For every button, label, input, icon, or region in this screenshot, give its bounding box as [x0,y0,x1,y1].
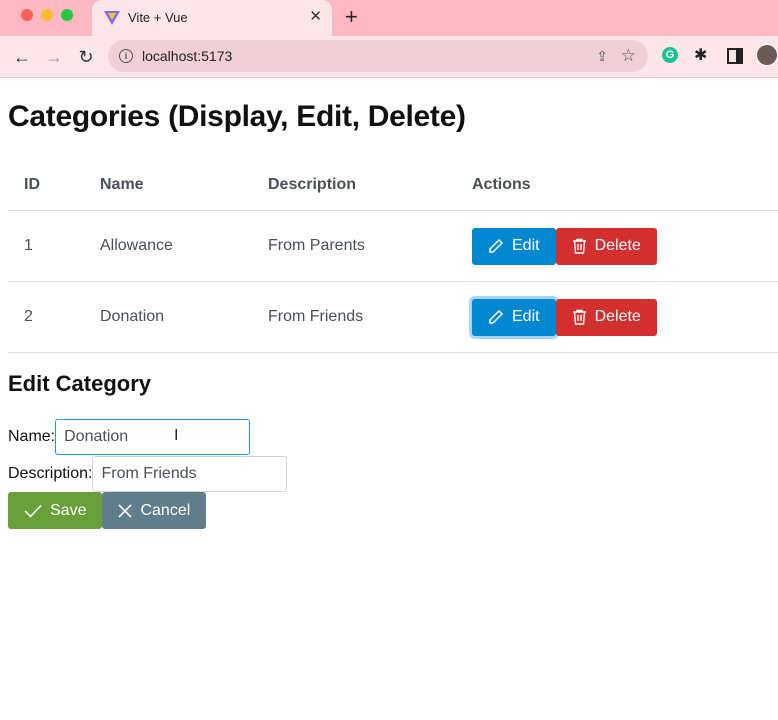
save-button[interactable]: Save [8,492,103,529]
row-name: Donation [100,308,165,325]
check-icon [24,504,42,518]
edit-form-heading: Edit Category [8,371,152,396]
trash-icon [572,238,586,254]
bookmark-star-icon[interactable]: ☆ [621,46,636,66]
row-actions: Edit Delete [472,211,657,281]
reload-icon[interactable]: ↻ [74,45,98,69]
address-bar[interactable]: i localhost:5173 ⇪ ☆ [108,40,648,72]
trash-icon [572,309,586,325]
tab-title: Vite + Vue [128,10,188,25]
row-description: From Parents [268,237,365,254]
delete-button[interactable]: Delete [555,298,657,336]
row-id: 2 [24,308,33,325]
column-header-actions: Actions [472,176,531,193]
cancel-button[interactable]: Cancel [102,492,207,529]
form-buttons: Save Cancel [8,492,207,529]
edit-button-label: Edit [512,308,540,325]
edit-button[interactable]: Edit [472,227,556,265]
name-label: Name: [8,428,56,445]
site-info-icon[interactable]: i [119,49,133,63]
table-header-row: ID Name Description Actions [8,160,778,211]
cancel-button-label: Cancel [140,501,191,519]
new-tab-icon[interactable]: + [345,5,358,29]
page-content: Categories (Display, Edit, Delete) ID Na… [0,78,778,720]
maximize-window-button[interactable] [61,9,73,21]
back-icon[interactable]: ← [10,45,34,69]
browser-tab[interactable]: Vite + Vue ✕ [92,0,332,36]
vite-logo-icon [104,11,120,25]
grammarly-extension-icon[interactable]: G [662,47,678,63]
share-icon[interactable]: ⇪ [596,48,608,65]
row-name: Allowance [100,237,173,254]
browser-toolbar: ← → ↻ i localhost:5173 ⇪ ☆ G ✱ [0,36,778,78]
column-header-description: Description [268,176,357,193]
profile-avatar[interactable] [756,44,778,66]
close-window-button[interactable] [21,9,33,21]
description-input[interactable] [92,456,288,492]
edit-button[interactable]: Edit [472,298,556,336]
text-cursor-icon: Ι [174,427,179,444]
edit-button-label: Edit [512,237,540,254]
url-text: localhost:5173 [142,48,233,64]
row-id: 1 [24,237,33,254]
table-row: 1 Allowance From Parents Edit Delete [8,211,778,282]
description-label: Description: [8,465,93,482]
delete-button-label: Delete [594,237,641,254]
row-description: From Friends [268,308,364,325]
column-header-name: Name [100,176,144,193]
extensions-puzzle-icon[interactable]: ✱ [694,45,707,65]
column-header-id: ID [24,176,40,193]
delete-button[interactable]: Delete [555,227,657,265]
pencil-icon [489,310,503,324]
row-actions: Edit Delete [472,282,657,352]
delete-button-label: Delete [594,308,641,325]
minimize-window-button[interactable] [41,9,53,21]
description-field-row: Description: [8,456,288,492]
name-input[interactable] [55,419,251,455]
name-field-row: Name: [8,419,251,455]
pencil-icon [489,239,503,253]
save-button-label: Save [50,501,87,519]
side-panel-icon[interactable] [727,48,743,64]
forward-icon[interactable]: → [42,45,66,69]
close-icon [118,503,133,518]
table-row: 2 Donation From Friends Edit Delete [8,282,778,353]
browser-tabstrip: Vite + Vue ✕ + [0,0,778,36]
close-tab-icon[interactable]: ✕ [309,8,322,26]
categories-table: ID Name Description Actions 1 Allowance … [8,160,778,353]
page-title: Categories (Display, Edit, Delete) [8,100,466,133]
